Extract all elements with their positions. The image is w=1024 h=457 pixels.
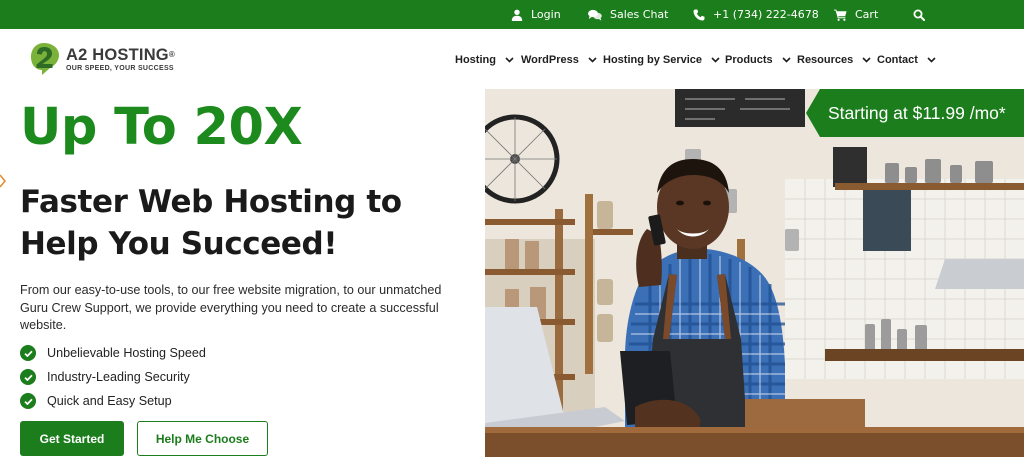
chevron-down-icon — [927, 57, 936, 63]
cart-label: Cart — [855, 8, 879, 21]
nav-item-label: Hosting — [455, 54, 496, 66]
cart-link[interactable]: Cart — [834, 0, 878, 29]
nav-item-hosting-by-service[interactable]: Hosting by Service — [603, 52, 720, 68]
top-utility-bar: Login Sales Chat +1 (734) 222-4678 Cart — [0, 0, 1024, 29]
hero-title: Up To 20X — [20, 98, 303, 157]
cart-icon — [834, 9, 847, 21]
chevron-down-icon — [782, 57, 791, 63]
hero-photo — [485, 89, 1024, 457]
sales-chat-link[interactable]: Sales Chat — [588, 0, 668, 29]
search-button[interactable] — [913, 0, 925, 29]
get-started-button[interactable]: Get Started — [20, 421, 124, 456]
brand-name: A2 HOSTING — [66, 46, 169, 64]
nav-item-label: Products — [725, 54, 773, 66]
nav-item-contact[interactable]: Contact — [877, 52, 936, 68]
phone-link[interactable]: +1 (734) 222-4678 — [693, 0, 819, 29]
user-icon — [511, 9, 523, 21]
nav-item-label: Contact — [877, 54, 918, 66]
hero-subtitle-line: Help You Succeed! — [20, 226, 338, 262]
price-badge[interactable]: Starting at $11.99 /mo* — [806, 89, 1024, 137]
nav-item-label: Hosting by Service — [603, 54, 703, 66]
nav-item-resources[interactable]: Resources — [797, 52, 871, 68]
list-item: Unbelievable Hosting Speed — [20, 341, 206, 365]
hero-description: From our easy-to-use tools, to our free … — [20, 283, 442, 332]
brand-logo[interactable]: A2 HOSTING® OUR SPEED, YOUR SUCCESS — [30, 42, 175, 76]
list-item: Industry-Leading Security — [20, 365, 206, 389]
nav-item-hosting[interactable]: Hosting — [455, 52, 514, 68]
feature-label: Quick and Easy Setup — [47, 394, 172, 408]
check-circle-icon — [20, 369, 36, 385]
search-icon — [913, 9, 925, 21]
chevron-down-icon — [862, 57, 871, 63]
a2-logo-icon — [31, 43, 59, 75]
nav-item-label: Resources — [797, 54, 854, 66]
login-link[interactable]: Login — [511, 0, 561, 29]
feature-list: Unbelievable Hosting Speed Industry-Lead… — [20, 341, 206, 413]
list-item: Quick and Easy Setup — [20, 389, 206, 413]
hero-photo-illustration — [485, 89, 1024, 457]
brand-tagline: OUR SPEED, YOUR SUCCESS — [66, 65, 174, 72]
chevron-down-icon — [588, 57, 597, 63]
chevron-down-icon — [505, 57, 514, 63]
feature-label: Unbelievable Hosting Speed — [47, 346, 206, 360]
hero-subtitle: Faster Web Hosting to Help You Succeed! — [20, 181, 480, 265]
phone-icon — [693, 9, 705, 21]
chevron-down-icon — [711, 57, 720, 63]
login-label: Login — [531, 8, 561, 21]
nav-item-label: WordPress — [521, 54, 579, 66]
hero-subtitle-line: Faster Web Hosting to — [20, 184, 402, 220]
carousel-prev-marker — [0, 174, 6, 188]
chat-icon — [588, 9, 602, 21]
nav-item-products[interactable]: Products — [725, 52, 791, 68]
check-circle-icon — [20, 393, 36, 409]
registered-mark: ® — [168, 50, 175, 59]
nav-item-wordpress[interactable]: WordPress — [521, 52, 597, 68]
phone-number: +1 (734) 222-4678 — [713, 8, 819, 21]
sales-chat-label: Sales Chat — [610, 8, 669, 21]
site-header: A2 HOSTING® OUR SPEED, YOUR SUCCESS Host… — [0, 29, 1024, 89]
help-me-choose-button[interactable]: Help Me Choose — [137, 421, 268, 456]
check-circle-icon — [20, 345, 36, 361]
feature-label: Industry-Leading Security — [47, 370, 190, 384]
